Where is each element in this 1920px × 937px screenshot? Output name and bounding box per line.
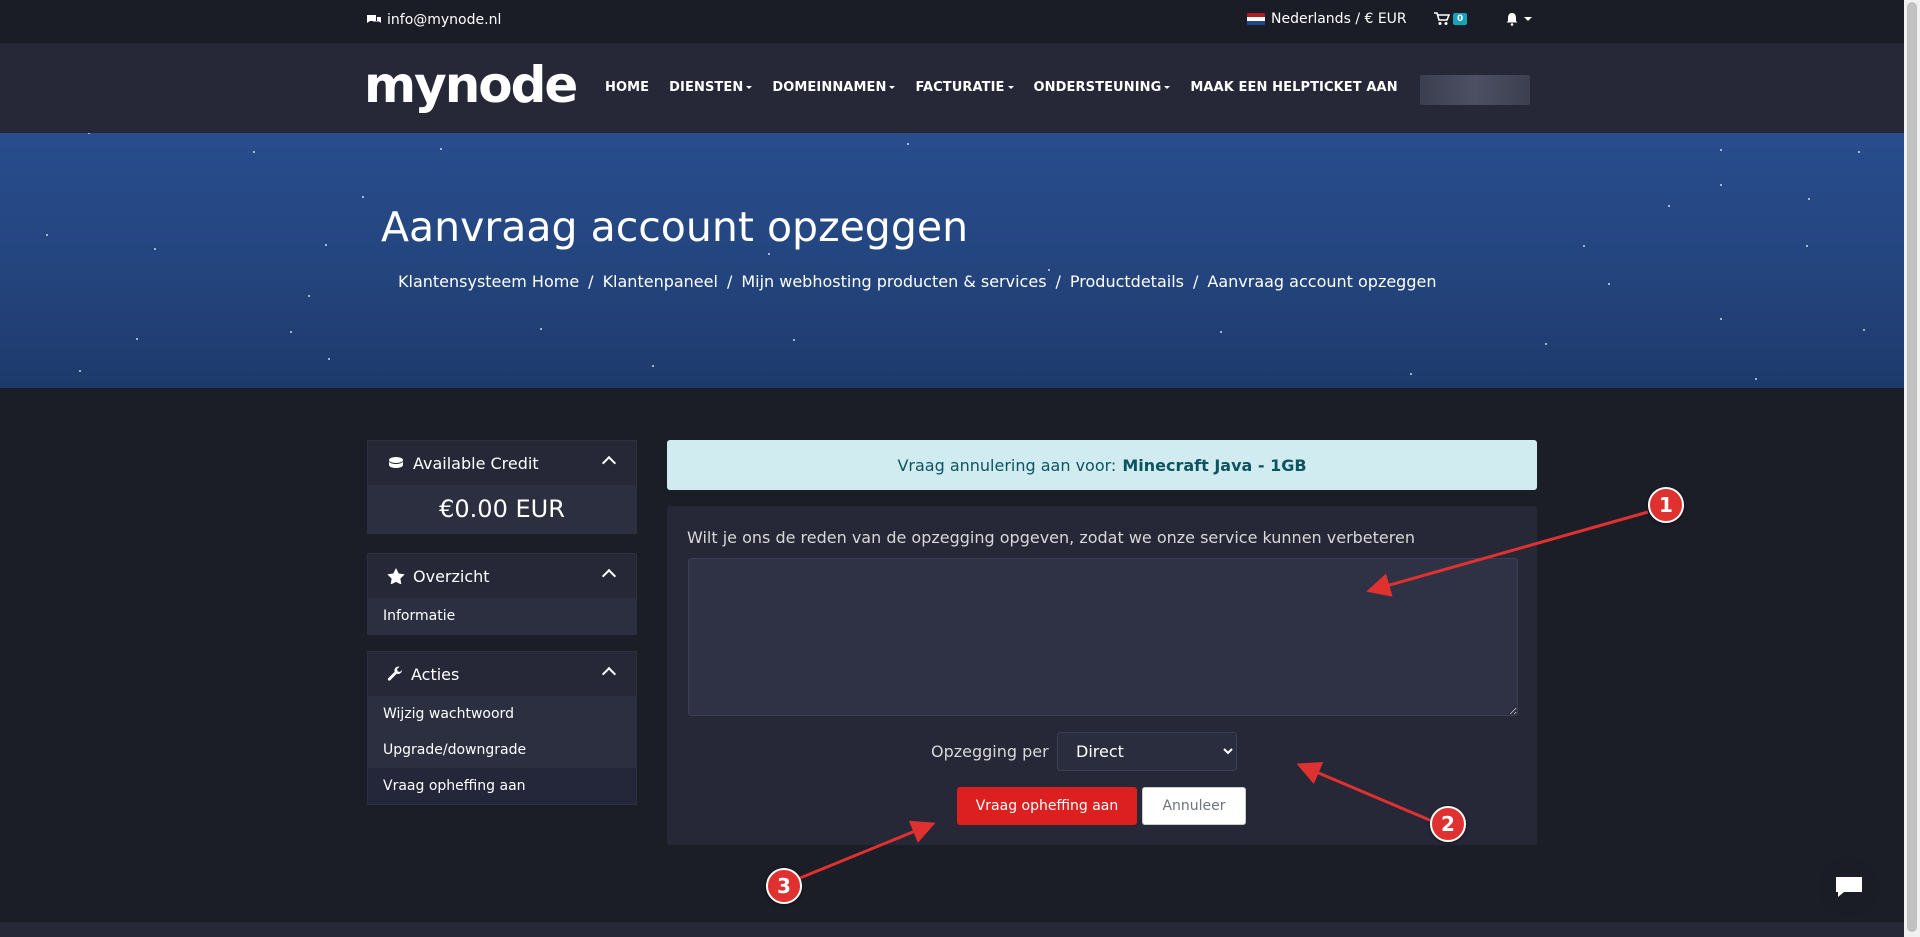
annotation-marker-3: 3 [766, 868, 802, 904]
annotation-marker-2: 2 [1430, 806, 1466, 842]
annotation-marker-1: 1 [1648, 487, 1684, 523]
chat-icon [1836, 877, 1862, 897]
annotation-arrows [799, 510, 1649, 880]
annotation-arrow-2 [1296, 761, 1433, 823]
live-chat-button[interactable] [1819, 857, 1879, 917]
annotation-arrow-3 [799, 820, 936, 880]
page-scrollbar[interactable] [1904, 0, 1920, 937]
scrollbar-thumb[interactable] [1907, 2, 1917, 932]
footer-strip [0, 922, 1904, 937]
annotation-arrow-1 [1366, 510, 1649, 597]
